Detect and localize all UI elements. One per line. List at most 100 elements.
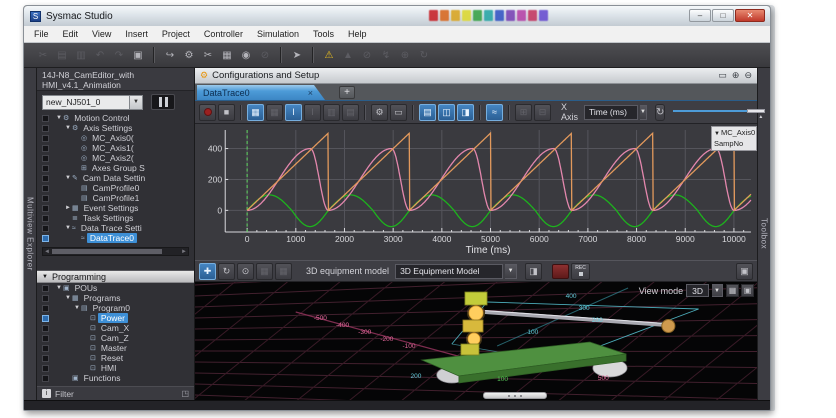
menu-edit[interactable]: Edit [56,27,86,41]
device-dropdown[interactable]: new_NJ501_0 [42,95,130,110]
tree-item-hmi[interactable]: ⊡HMI [37,363,194,373]
tree-item-mc-axis0-[interactable]: ◎MC_Axis0( [37,133,194,143]
tree-expander-icon[interactable]: ▼ [73,305,81,311]
toolbar-button[interactable]: ↶ [91,46,109,64]
tree-item-cam-z[interactable]: ⊡Cam_Z [37,333,194,343]
minimize-button[interactable]: – [689,9,711,22]
3d-nav-button[interactable]: ▦ [256,263,273,280]
toolbar-button[interactable]: ➤ [288,46,306,64]
tree-item-axes-group-s[interactable]: ⊞Axes Group S [37,163,194,173]
tree-item-event-settings[interactable]: ►▦Event Settings [37,203,194,213]
tree-expander-icon[interactable]: ▼ [55,115,63,121]
tree-item-cam-data-settin[interactable]: ▼✎Cam Data Settin [37,173,194,183]
toolbar-button[interactable]: ↯ [377,46,395,64]
tree-item-datatrace0[interactable]: ≈DataTrace0 [37,233,194,243]
device-toggle-button[interactable] [151,94,175,110]
zoom-out-icon[interactable]: ⊖ [744,70,752,81]
menu-insert[interactable]: Insert [118,27,155,41]
tree-item-camprofile1[interactable]: ▤CamProfile1 [37,193,194,203]
tab-close-icon[interactable]: × [308,88,313,98]
trace-tool-button[interactable]: ◫ [438,104,455,121]
menu-simulation[interactable]: Simulation [250,27,306,41]
toolbar-button[interactable]: ↪ [161,46,179,64]
menu-tools[interactable]: Tools [306,27,341,41]
tree-item-pous[interactable]: ▼▣POUs [37,283,194,293]
toolbar-button[interactable]: ▣ [129,46,147,64]
trace-tool-button[interactable]: ▥ [323,104,340,121]
3d-model-dropdown[interactable]: 3D Equipment Model [395,264,503,279]
toolbar-button[interactable]: ⊘ [256,46,274,64]
device-dropdown-caret-icon[interactable]: ▼ [130,95,143,110]
trace-tool-button[interactable]: ⚙ [371,104,388,121]
view-mode-button[interactable]: ▦ [726,284,739,297]
toolbar-button[interactable]: ✂ [199,46,217,64]
view-mode-button[interactable]: ▣ [741,284,754,297]
trace-tool-button[interactable]: ■ [218,104,235,121]
tree-item-motion-control[interactable]: ▼⚙Motion Control [37,113,194,123]
trace-tool-button[interactable]: I [285,104,302,121]
tree-item-power[interactable]: ⊡Power [37,313,194,323]
playback-position-slider[interactable]: ▲ [673,104,765,120]
splitter-handle[interactable] [483,392,547,399]
trace-tool-button[interactable]: ▦ [266,104,283,121]
close-button[interactable]: ✕ [735,9,765,22]
programming-section-header[interactable]: ▼ Programming [37,270,194,283]
trace-tool-button[interactable]: ▤ [419,104,436,121]
tree-item-task-settings[interactable]: ≣Task Settings [37,213,194,223]
marquee-zoom-icon[interactable]: ▭ [718,70,727,81]
tree-expander-icon[interactable]: ► [64,205,72,211]
view-mode-dropdown[interactable]: 3D [686,284,709,297]
zoom-in-icon[interactable]: ⊕ [732,70,740,81]
tab-datatrace0[interactable]: DataTrace0 × [197,85,325,100]
filter-expand-icon[interactable]: ◳ [181,389,189,398]
x-axis-dropdown-caret-icon[interactable]: ▼ [640,105,647,120]
toolbar-button[interactable]: ↻ [415,46,433,64]
trace-tool-button[interactable]: ▤ [342,104,359,121]
tree-item-master[interactable]: ⊡Master [37,343,194,353]
3d-nav-button[interactable]: ✚ [199,263,216,280]
trace-tool-button[interactable]: ⊞ [515,104,532,121]
toolbar-button[interactable]: ▲ [339,46,357,64]
filter-label[interactable]: Filter [55,389,74,399]
tree-item-reset[interactable]: ⊡Reset [37,353,194,363]
pop-out-button[interactable]: ▣ [736,263,753,280]
3d-nav-button[interactable]: ↻ [218,263,235,280]
tree-expander-icon[interactable]: ▼ [64,295,72,301]
toolbar-button[interactable]: ▥ [72,46,90,64]
x-axis-dropdown[interactable]: Time (ms) [584,105,638,120]
record-indicator-button[interactable] [552,264,569,279]
tree-expander-icon[interactable]: ▼ [64,175,72,181]
trace-tool-button[interactable]: ≈ [486,104,503,121]
rec-button[interactable]: REC [571,263,590,280]
tree-expander-icon[interactable]: ▼ [64,225,72,231]
toolbar-button[interactable]: ⊘ [358,46,376,64]
toolbar-button[interactable]: ⚠ [320,46,338,64]
toolbar-button[interactable]: ✂ [34,46,52,64]
data-trace-chart[interactable]: 0200400010002000300040005000600070008000… [195,124,757,260]
maximize-button[interactable]: □ [712,9,734,22]
menu-help[interactable]: Help [341,27,374,41]
toolbar-button[interactable]: ◉ [237,46,255,64]
view-mode-caret-icon[interactable]: ▼ [712,284,723,297]
trace-tool-button[interactable]: ◨ [457,104,474,121]
3d-model-dropdown-caret-icon[interactable]: ▼ [505,264,517,279]
trace-tool-button[interactable]: ▦ [247,104,264,121]
toolbar-button[interactable]: ⊕ [396,46,414,64]
toolbar-button[interactable]: ⚙ [180,46,198,64]
toolbar-button[interactable]: ↷ [110,46,128,64]
menu-project[interactable]: Project [155,27,197,41]
trace-tool-button[interactable]: ▭ [390,104,407,121]
tree-item-cam-x[interactable]: ⊡Cam_X [37,323,194,333]
scroll-right-icon[interactable]: ► [181,248,187,256]
add-tab-button[interactable]: + [339,86,355,99]
tree-item-functions[interactable]: ▣Functions [37,373,194,383]
trace-legend[interactable]: ▼MC_Axis0 SampNo [711,126,757,151]
3d-display-button[interactable]: ◨ [525,263,542,280]
tree-expander-icon[interactable]: ▼ [64,125,72,131]
toolbar-button[interactable]: ▦ [218,46,236,64]
tree-item-mc-axis2-[interactable]: ◎MC_Axis2( [37,153,194,163]
tree-item-mc-axis1-[interactable]: ◎MC_Axis1( [37,143,194,153]
scroll-left-icon[interactable]: ◄ [44,248,50,256]
record-button[interactable] [199,104,216,121]
tree-item-axis-settings[interactable]: ▼⚙Axis Settings [37,123,194,133]
